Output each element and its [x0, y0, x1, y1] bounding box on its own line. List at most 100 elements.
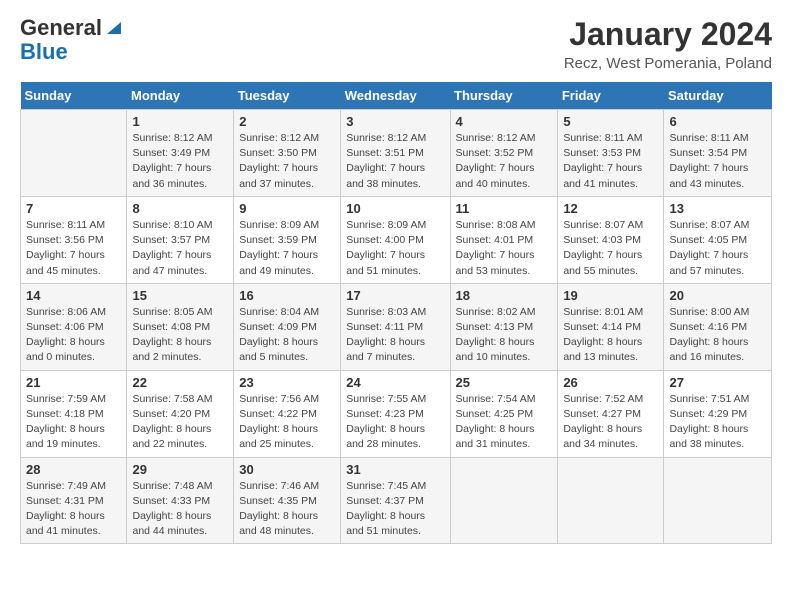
calendar-cell: 23Sunrise: 7:56 AMSunset: 4:22 PMDayligh… — [234, 370, 341, 457]
day-number: 24 — [346, 375, 444, 390]
day-number: 1 — [132, 114, 228, 129]
calendar-cell: 1 Sunrise: 8:12 AMSunset: 3:49 PMDaylight… — [127, 110, 234, 197]
calendar-header-row: SundayMondayTuesdayWednesdayThursdayFrid… — [21, 82, 772, 110]
day-number: 12 — [563, 201, 658, 216]
day-number: 21 — [26, 375, 121, 390]
day-info: Sunrise: 8:09 AMSunset: 4:00 PMDaylight:… — [346, 218, 444, 279]
day-number: 3 — [346, 114, 444, 129]
day-info: Sunrise: 8:06 AMSunset: 4:06 PMDaylight:… — [26, 305, 121, 366]
header-day-monday: Monday — [127, 82, 234, 110]
header-day-saturday: Saturday — [664, 82, 772, 110]
header-day-thursday: Thursday — [450, 82, 558, 110]
calendar-cell: 15 Sunrise: 8:05 AMSunset: 4:08 PMDayligh… — [127, 283, 234, 370]
day-info: Sunrise: 7:45 AMSunset: 4:37 PMDaylight:… — [346, 479, 444, 540]
day-info: Sunrise: 8:05 AMSunset: 4:08 PMDaylight:… — [132, 305, 228, 366]
day-info: Sunrise: 7:58 AMSunset: 4:20 PMDaylight:… — [132, 392, 228, 453]
day-info: Sunrise: 8:03 AMSunset: 4:11 PMDaylight:… — [346, 305, 444, 366]
calendar-cell — [664, 457, 772, 544]
day-info: Sunrise: 8:08 AMSunset: 4:01 PMDaylight:… — [456, 218, 553, 279]
day-number: 26 — [563, 375, 658, 390]
day-info: Sunrise: 7:54 AMSunset: 4:25 PMDaylight:… — [456, 392, 553, 453]
calendar-cell: 20Sunrise: 8:00 AMSunset: 4:16 PMDayligh… — [664, 283, 772, 370]
calendar-cell: 11 Sunrise: 8:08 AMSunset: 4:01 PMDayligh… — [450, 196, 558, 283]
day-number: 14 — [26, 288, 121, 303]
day-number: 31 — [346, 462, 444, 477]
day-number: 9 — [239, 201, 335, 216]
day-info: Sunrise: 8:07 AMSunset: 4:03 PMDaylight:… — [563, 218, 658, 279]
header: General Blue January 2024 Recz, West Pom… — [20, 16, 772, 72]
calendar-cell: 21Sunrise: 7:59 AMSunset: 4:18 PMDayligh… — [21, 370, 127, 457]
calendar-cell: 28 Sunrise: 7:49 AMSunset: 4:31 PMDayligh… — [21, 457, 127, 544]
calendar-cell: 25 Sunrise: 7:54 AMSunset: 4:25 PMDayligh… — [450, 370, 558, 457]
calendar-cell: 22 Sunrise: 7:58 AMSunset: 4:20 PMDayligh… — [127, 370, 234, 457]
day-info: Sunrise: 8:11 AMSunset: 3:53 PMDaylight:… — [563, 131, 658, 192]
location-title: Recz, West Pomerania, Poland — [564, 55, 772, 72]
day-number: 13 — [669, 201, 766, 216]
logo-blue-text: Blue — [20, 40, 121, 64]
day-number: 27 — [669, 375, 766, 390]
day-number: 15 — [132, 288, 228, 303]
day-info: Sunrise: 8:07 AMSunset: 4:05 PMDaylight:… — [669, 218, 766, 279]
header-day-friday: Friday — [558, 82, 664, 110]
day-number: 16 — [239, 288, 335, 303]
day-number: 28 — [26, 462, 121, 477]
calendar-week-row: 14 Sunrise: 8:06 AMSunset: 4:06 PMDayligh… — [21, 283, 772, 370]
logo-triangle-icon — [103, 18, 121, 36]
day-info: Sunrise: 8:12 AMSunset: 3:49 PMDaylight:… — [132, 131, 228, 192]
day-info: Sunrise: 7:46 AMSunset: 4:35 PMDaylight:… — [239, 479, 335, 540]
calendar-cell: 31 Sunrise: 7:45 AMSunset: 4:37 PMDayligh… — [341, 457, 450, 544]
calendar-cell — [21, 110, 127, 197]
day-number: 2 — [239, 114, 335, 129]
calendar-cell — [450, 457, 558, 544]
calendar-week-row: 1 Sunrise: 8:12 AMSunset: 3:49 PMDaylight… — [21, 110, 772, 197]
day-number: 25 — [456, 375, 553, 390]
day-info: Sunrise: 7:55 AMSunset: 4:23 PMDaylight:… — [346, 392, 444, 453]
logo-general-text: General — [20, 16, 102, 40]
day-info: Sunrise: 8:01 AMSunset: 4:14 PMDaylight:… — [563, 305, 658, 366]
day-info: Sunrise: 8:04 AMSunset: 4:09 PMDaylight:… — [239, 305, 335, 366]
day-number: 10 — [346, 201, 444, 216]
calendar-week-row: 28 Sunrise: 7:49 AMSunset: 4:31 PMDayligh… — [21, 457, 772, 544]
calendar-table: SundayMondayTuesdayWednesdayThursdayFrid… — [20, 82, 772, 544]
logo: General Blue — [20, 16, 121, 64]
calendar-cell: 5 Sunrise: 8:11 AMSunset: 3:53 PMDaylight… — [558, 110, 664, 197]
day-number: 29 — [132, 462, 228, 477]
day-number: 22 — [132, 375, 228, 390]
calendar-cell: 19 Sunrise: 8:01 AMSunset: 4:14 PMDayligh… — [558, 283, 664, 370]
header-day-sunday: Sunday — [21, 82, 127, 110]
calendar-cell: 13 Sunrise: 8:07 AMSunset: 4:05 PMDayligh… — [664, 196, 772, 283]
day-info: Sunrise: 8:10 AMSunset: 3:57 PMDaylight:… — [132, 218, 228, 279]
calendar-cell: 7Sunrise: 8:11 AMSunset: 3:56 PMDaylight… — [21, 196, 127, 283]
calendar-cell: 14 Sunrise: 8:06 AMSunset: 4:06 PMDayligh… — [21, 283, 127, 370]
day-info: Sunrise: 8:12 AMSunset: 3:50 PMDaylight:… — [239, 131, 335, 192]
day-info: Sunrise: 8:11 AMSunset: 3:54 PMDaylight:… — [669, 131, 766, 192]
calendar-cell: 12 Sunrise: 8:07 AMSunset: 4:03 PMDayligh… — [558, 196, 664, 283]
calendar-cell: 16 Sunrise: 8:04 AMSunset: 4:09 PMDayligh… — [234, 283, 341, 370]
calendar-cell: 3Sunrise: 8:12 AMSunset: 3:51 PMDaylight… — [341, 110, 450, 197]
calendar-cell: 2 Sunrise: 8:12 AMSunset: 3:50 PMDaylight… — [234, 110, 341, 197]
calendar-cell: 17 Sunrise: 8:03 AMSunset: 4:11 PMDayligh… — [341, 283, 450, 370]
day-number: 17 — [346, 288, 444, 303]
title-area: January 2024 Recz, West Pomerania, Polan… — [564, 16, 772, 72]
calendar-cell: 6 Sunrise: 8:11 AMSunset: 3:54 PMDaylight… — [664, 110, 772, 197]
day-number: 11 — [456, 201, 553, 216]
day-number: 6 — [669, 114, 766, 129]
day-number: 8 — [132, 201, 228, 216]
header-day-wednesday: Wednesday — [341, 82, 450, 110]
day-info: Sunrise: 8:02 AMSunset: 4:13 PMDaylight:… — [456, 305, 553, 366]
calendar-cell: 30 Sunrise: 7:46 AMSunset: 4:35 PMDayligh… — [234, 457, 341, 544]
day-info: Sunrise: 7:48 AMSunset: 4:33 PMDaylight:… — [132, 479, 228, 540]
day-number: 20 — [669, 288, 766, 303]
day-info: Sunrise: 7:49 AMSunset: 4:31 PMDaylight:… — [26, 479, 121, 540]
day-number: 23 — [239, 375, 335, 390]
day-info: Sunrise: 7:52 AMSunset: 4:27 PMDaylight:… — [563, 392, 658, 453]
calendar-cell: 10 Sunrise: 8:09 AMSunset: 4:00 PMDayligh… — [341, 196, 450, 283]
calendar-cell: 27Sunrise: 7:51 AMSunset: 4:29 PMDayligh… — [664, 370, 772, 457]
day-number: 18 — [456, 288, 553, 303]
day-number: 30 — [239, 462, 335, 477]
day-number: 5 — [563, 114, 658, 129]
calendar-cell — [558, 457, 664, 544]
day-info: Sunrise: 8:12 AMSunset: 3:52 PMDaylight:… — [456, 131, 553, 192]
calendar-cell: 4Sunrise: 8:12 AMSunset: 3:52 PMDaylight… — [450, 110, 558, 197]
day-number: 19 — [563, 288, 658, 303]
